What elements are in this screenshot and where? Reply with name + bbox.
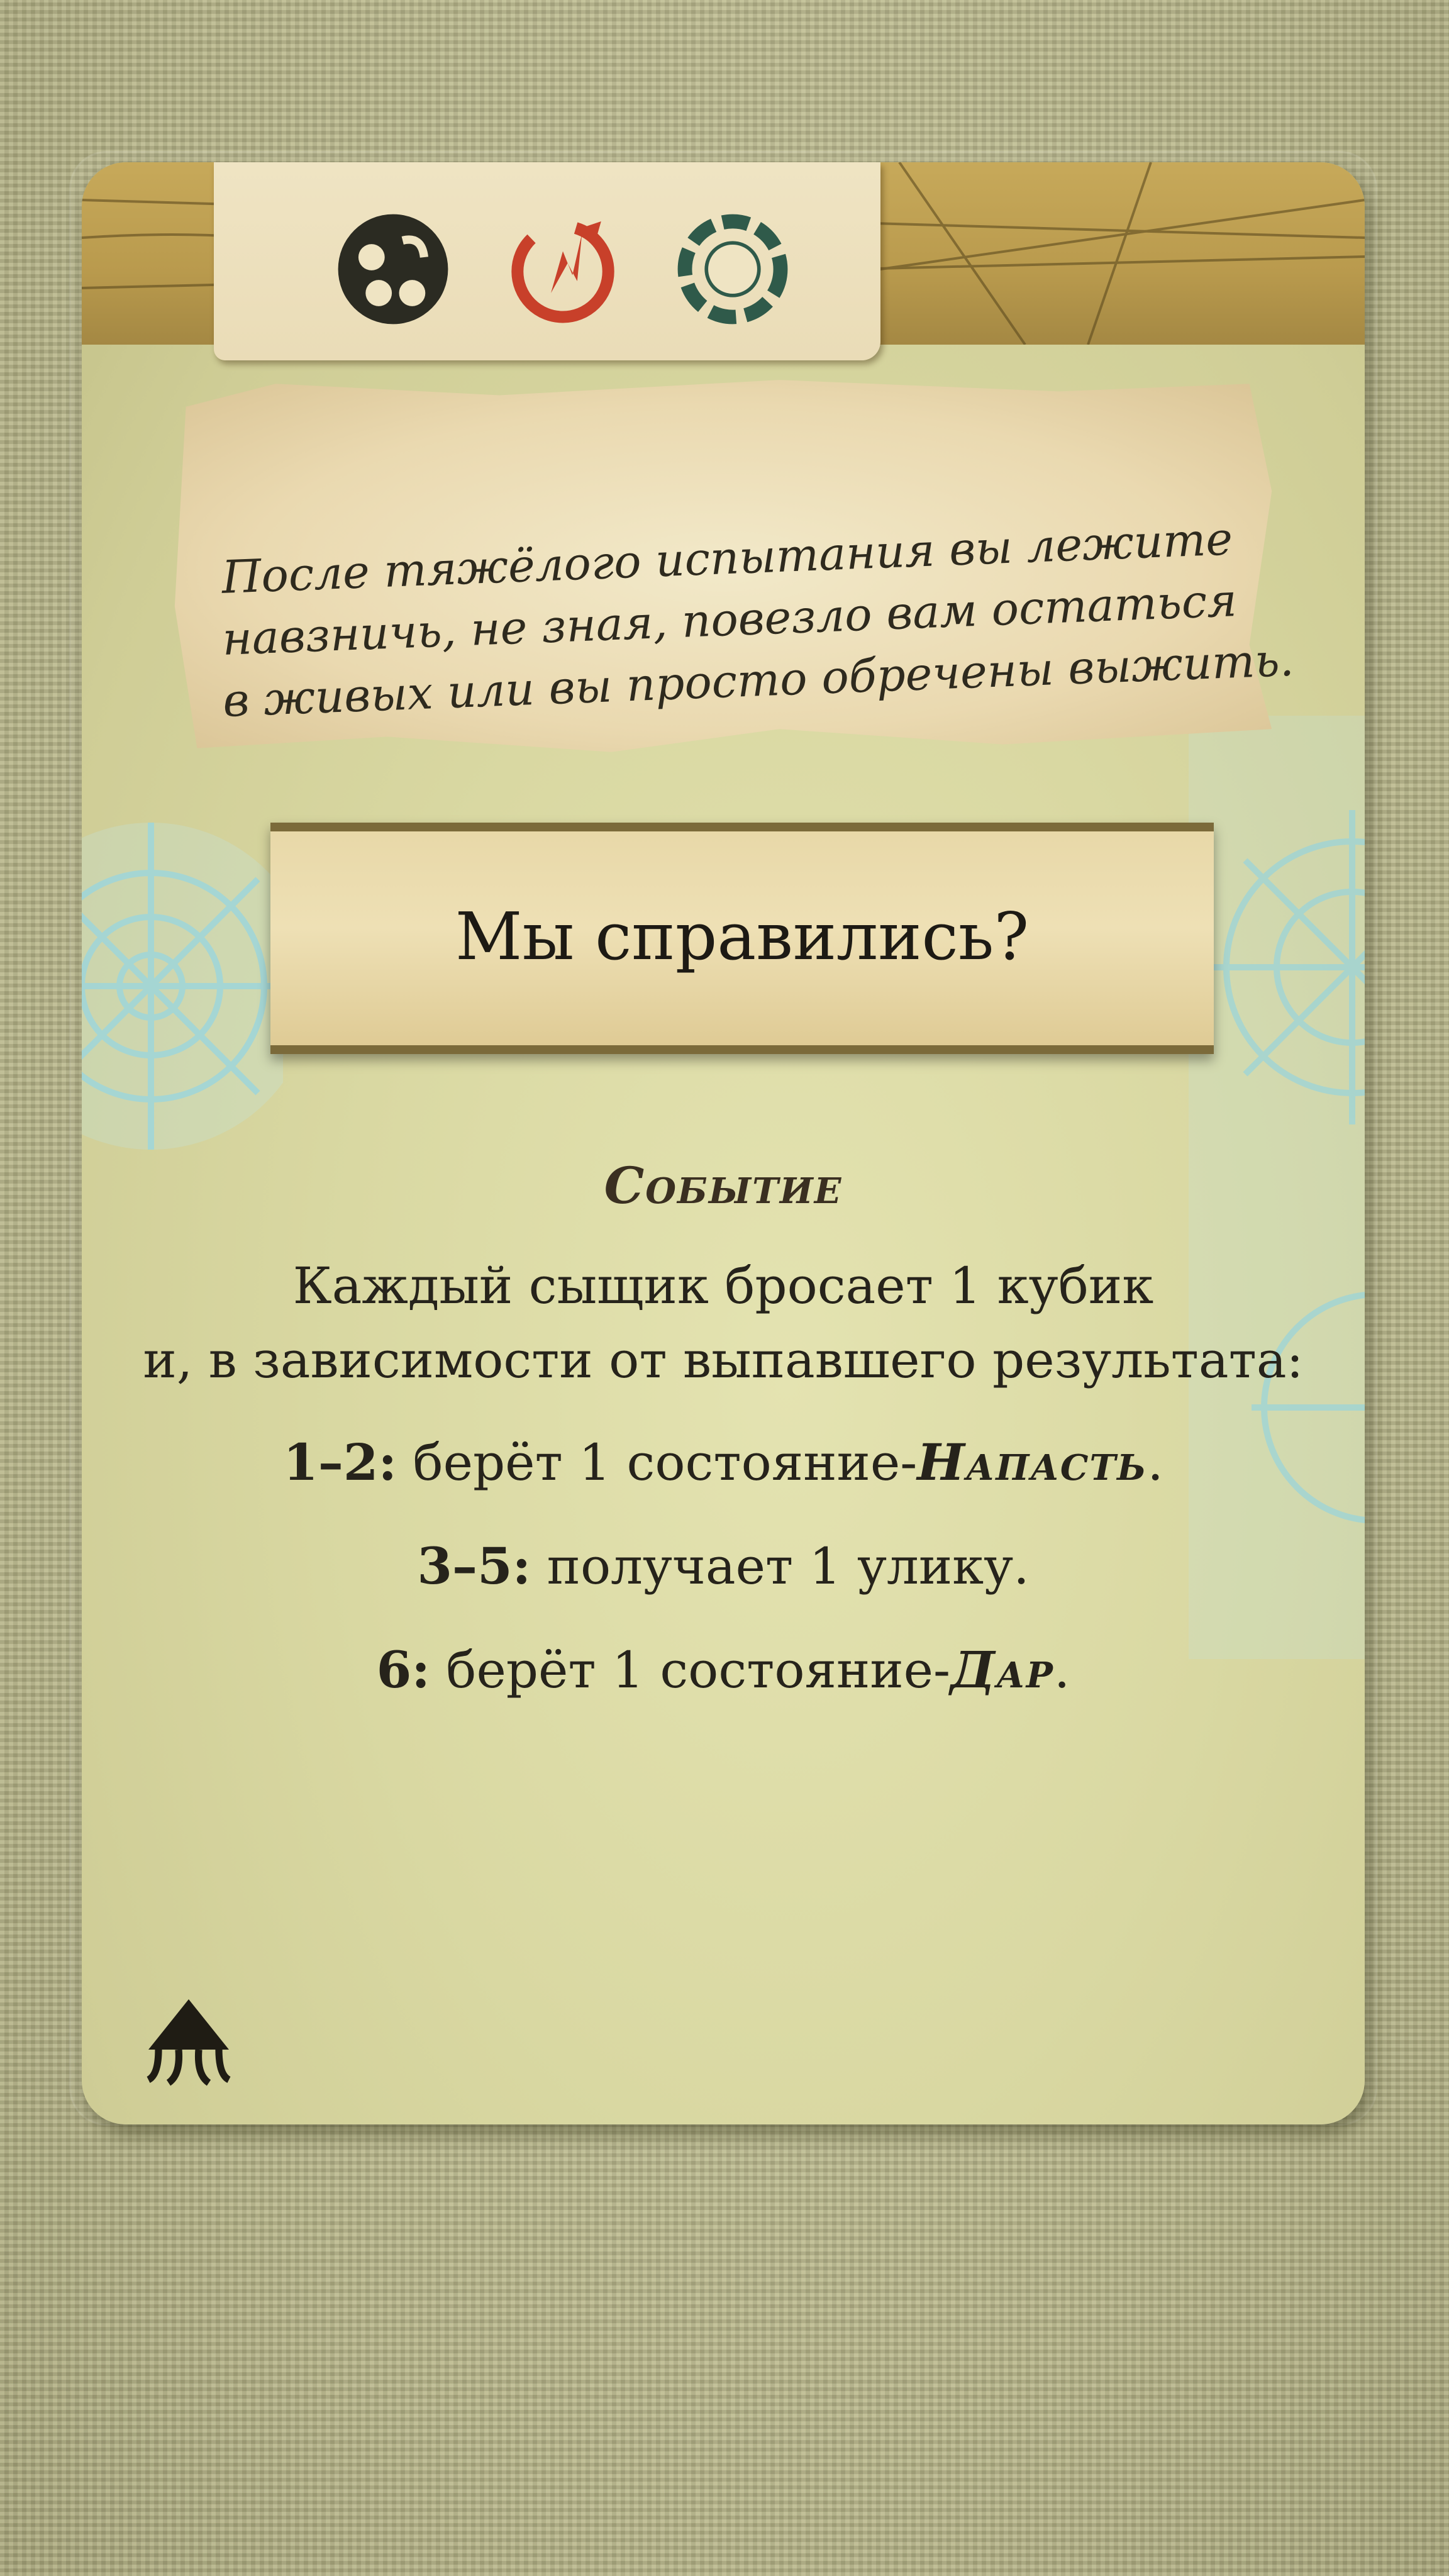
- result-range: 1–2:: [283, 1433, 397, 1492]
- set-symbol-icon: [146, 1999, 231, 2086]
- will-icon: [511, 220, 614, 323]
- result-text: берёт 1 состояние-: [430, 1641, 951, 1699]
- skill-icon-tab: [214, 162, 880, 360]
- result-text: получает 1 улику.: [531, 1537, 1030, 1596]
- encounter-card: После тяжёлого испытания вы лежите навзн…: [82, 162, 1365, 2124]
- result-text: берёт 1 состояние-: [397, 1433, 918, 1492]
- condition-keyword: Напасть: [917, 1433, 1148, 1492]
- condition-keyword: Дар: [950, 1640, 1054, 1699]
- result-end: .: [1053, 1641, 1070, 1699]
- result-range: 6:: [376, 1640, 430, 1699]
- result-end: .: [1147, 1433, 1163, 1492]
- result-row: 3–5: получает 1 улику.: [82, 1536, 1365, 1596]
- rules-line: Каждый сыщик бросает 1 кубик: [292, 1257, 1154, 1315]
- flavor-text: После тяжёлого испытания вы лежите навзн…: [217, 508, 1295, 731]
- result-range: 3–5:: [417, 1536, 531, 1596]
- result-row: 1–2: берёт 1 состояние-Напасть.: [82, 1433, 1365, 1492]
- result-row: 6: берёт 1 состояние-Дар.: [82, 1640, 1365, 1699]
- lore-icon: [677, 214, 788, 325]
- card-title: Мы справились?: [455, 898, 1030, 975]
- rules-line: и, в зависимости от выпавшего результата…: [143, 1331, 1304, 1389]
- combat-icon: [338, 214, 448, 325]
- card-type: Событие: [604, 1156, 843, 1215]
